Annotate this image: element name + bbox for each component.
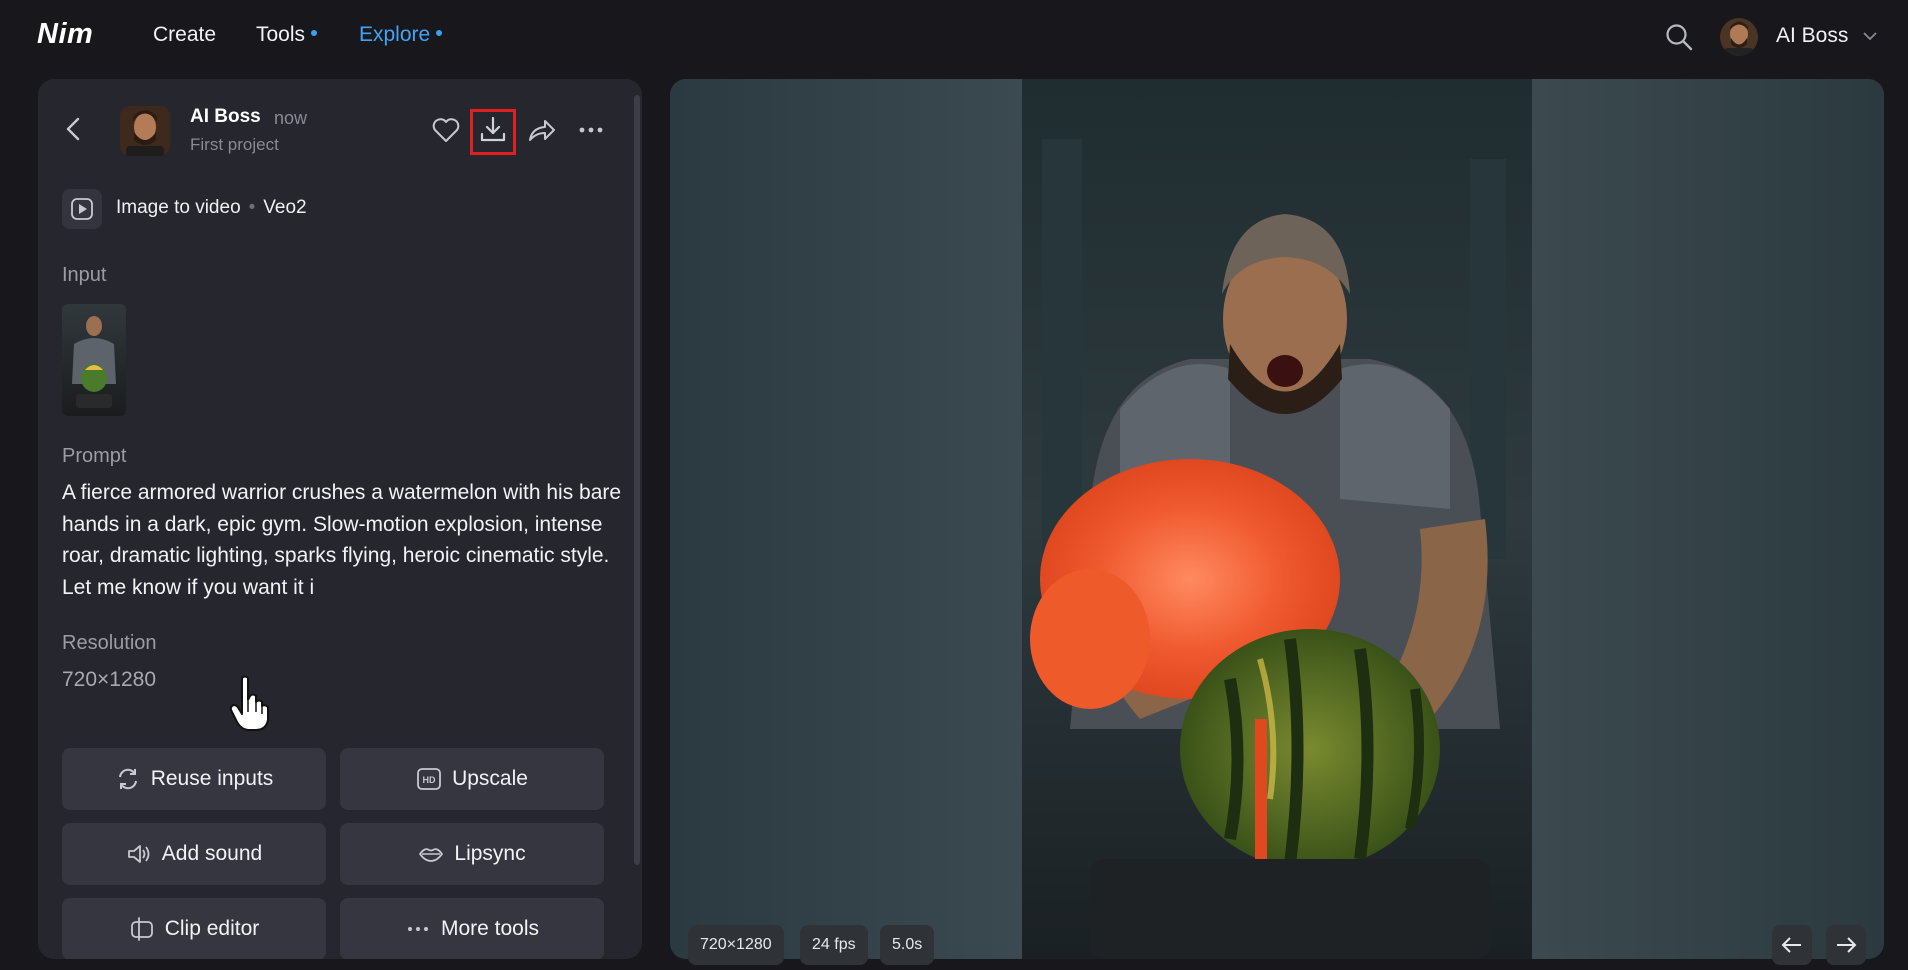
mode-separator: •: [248, 197, 256, 218]
upscale-button[interactable]: HD Upscale: [340, 748, 604, 810]
author-name[interactable]: AI Boss: [190, 106, 261, 128]
generated-video-frame: [670, 79, 1884, 959]
panel-scrollbar[interactable]: [634, 95, 640, 865]
top-bar: Nim Create Tools Explore AI Boss: [0, 0, 1908, 74]
more-tools-label: More tools: [440, 917, 540, 940]
post-time: now: [274, 108, 308, 128]
add-sound-label: Add sound: [161, 842, 263, 865]
video-fps-badge: 24 fps: [800, 925, 868, 965]
nav-tools[interactable]: Tools: [256, 23, 318, 47]
generation-mode: Image to video • Veo2: [116, 197, 307, 219]
clip-editor-icon: [130, 917, 153, 941]
refresh-icon: [118, 768, 137, 790]
add-sound-button[interactable]: Add sound: [62, 823, 326, 885]
mode-label: Image to video: [116, 197, 241, 218]
clip-editor-label: Clip editor: [164, 917, 260, 940]
lips-icon: [419, 848, 444, 862]
reuse-inputs-label: Reuse inputs: [150, 767, 274, 790]
share-icon[interactable]: [526, 114, 558, 146]
previous-button[interactable]: [1772, 925, 1812, 965]
input-thumbnail[interactable]: [62, 304, 126, 416]
reuse-inputs-button[interactable]: Reuse inputs: [62, 748, 326, 810]
search-icon[interactable]: [1664, 22, 1694, 52]
more-options-icon[interactable]: [575, 114, 607, 146]
details-panel: AI Boss now First project Image to video…: [38, 79, 642, 959]
prompt-text: A fierce armored warrior crushes a water…: [62, 481, 622, 599]
input-label: Input: [62, 264, 107, 286]
video-preview[interactable]: [670, 79, 1884, 959]
video-mode-icon: [62, 189, 102, 229]
lipsync-label: Lipsync: [454, 842, 526, 865]
nav-explore-indicator: [436, 30, 443, 37]
prompt-label: Prompt: [62, 445, 127, 467]
arrow-right-icon: [1837, 937, 1857, 953]
nav-tools-indicator: [311, 30, 318, 37]
hand-cursor-icon: [229, 675, 269, 731]
video-resolution-badge: 720×1280: [688, 925, 784, 965]
model-label: Veo2: [263, 197, 307, 218]
video-duration-badge: 5.0s: [880, 925, 935, 965]
download-icon[interactable]: [477, 114, 509, 146]
heart-icon[interactable]: [430, 114, 462, 146]
next-button[interactable]: [1826, 925, 1866, 965]
arrow-left-icon: [1781, 937, 1801, 953]
nav-create[interactable]: Create: [153, 23, 216, 47]
app-logo[interactable]: Nim: [37, 18, 93, 51]
nav-explore-label: Explore: [359, 23, 431, 46]
more-tools-button[interactable]: More tools: [340, 898, 604, 959]
resolution-label: Resolution: [62, 632, 157, 654]
author-avatar[interactable]: [120, 106, 170, 156]
nav-create-label: Create: [153, 23, 217, 46]
svg-text:HD: HD: [423, 775, 436, 785]
lipsync-button[interactable]: Lipsync: [340, 823, 604, 885]
clip-editor-button[interactable]: Clip editor: [62, 898, 326, 959]
resolution-value: 720×1280: [62, 668, 157, 691]
user-avatar[interactable]: [1720, 18, 1758, 56]
chevron-down-icon[interactable]: [1862, 28, 1878, 44]
hd-icon: HD: [417, 768, 441, 790]
speaker-icon: [127, 845, 150, 863]
back-arrow-icon[interactable]: [62, 116, 84, 142]
dots-icon: [407, 927, 428, 931]
user-name[interactable]: AI Boss: [1776, 24, 1848, 48]
upscale-label: Upscale: [452, 767, 528, 790]
nav-tools-label: Tools: [256, 23, 306, 46]
project-name: First project: [190, 135, 279, 154]
nav-explore[interactable]: Explore: [359, 23, 443, 47]
